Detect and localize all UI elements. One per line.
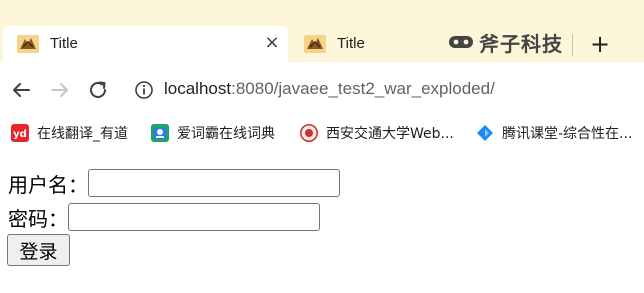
tencent-classroom-icon [477,125,493,141]
tab-inactive[interactable]: Title [290,26,450,62]
back-arrow-icon[interactable] [9,78,33,102]
tab-divider [572,34,573,56]
toolbar: localhost:8080/javaee_test2_war_exploded… [0,62,644,118]
login-button[interactable]: 登录 [7,234,70,266]
youdao-icon: yd [11,124,29,142]
bookmark-label: 爱词霸在线词典 [177,126,275,142]
page-content: 用户名： 密码： 登录 [0,148,644,293]
reload-icon[interactable] [86,78,110,102]
bookmark-xjtu[interactable]: 西安交通大学Web... [300,122,454,144]
password-input[interactable] [68,203,320,231]
bookmarks-bar: yd 在线翻译_有道 爱词霸在线词典 西安交通大学Web... 腾讯课堂-综合性… [0,118,644,148]
iciba-icon [151,124,169,142]
watermark: 斧子科技 [449,27,563,57]
bookmark-iciba[interactable]: 爱词霸在线词典 [151,122,275,144]
watermark-logo-icon [449,36,473,48]
bookmark-tencent-classroom[interactable]: 腾讯课堂-综合性在... [476,122,632,144]
forward-arrow-icon[interactable] [48,78,72,102]
xjtu-icon [300,124,318,142]
username-row: 用户名： [8,168,340,198]
bookmark-youdao[interactable]: yd 在线翻译_有道 [11,122,128,144]
svg-text:yd: yd [13,129,27,140]
tab-active[interactable]: Title × [3,26,288,62]
new-tab-button[interactable]: + [586,30,614,58]
username-input[interactable] [88,169,340,197]
tomcat-favicon-icon [304,35,326,53]
password-row: 密码： [8,202,320,232]
tab-strip: Title × Title 斧子科技 + [0,0,644,62]
bookmark-label: 西安交通大学Web... [326,126,454,142]
password-label: 密码： [8,206,68,231]
url-text: localhost:8080/javaee_test2_war_exploded… [164,79,495,99]
info-icon[interactable] [134,80,154,100]
address-bar[interactable]: localhost:8080/javaee_test2_war_exploded… [130,74,635,106]
tab-title: Title [50,35,78,52]
url-host: localhost [164,79,232,98]
url-path: :8080/javaee_test2_war_exploded/ [231,79,495,98]
username-label: 用户名： [8,172,88,197]
close-icon[interactable]: × [261,32,283,54]
tab-title: Title [337,35,365,52]
bookmark-label: 腾讯课堂-综合性在... [502,126,633,142]
watermark-text: 斧子科技 [479,31,563,56]
tomcat-favicon-icon [17,35,39,53]
bookmark-label: 在线翻译_有道 [37,126,128,142]
